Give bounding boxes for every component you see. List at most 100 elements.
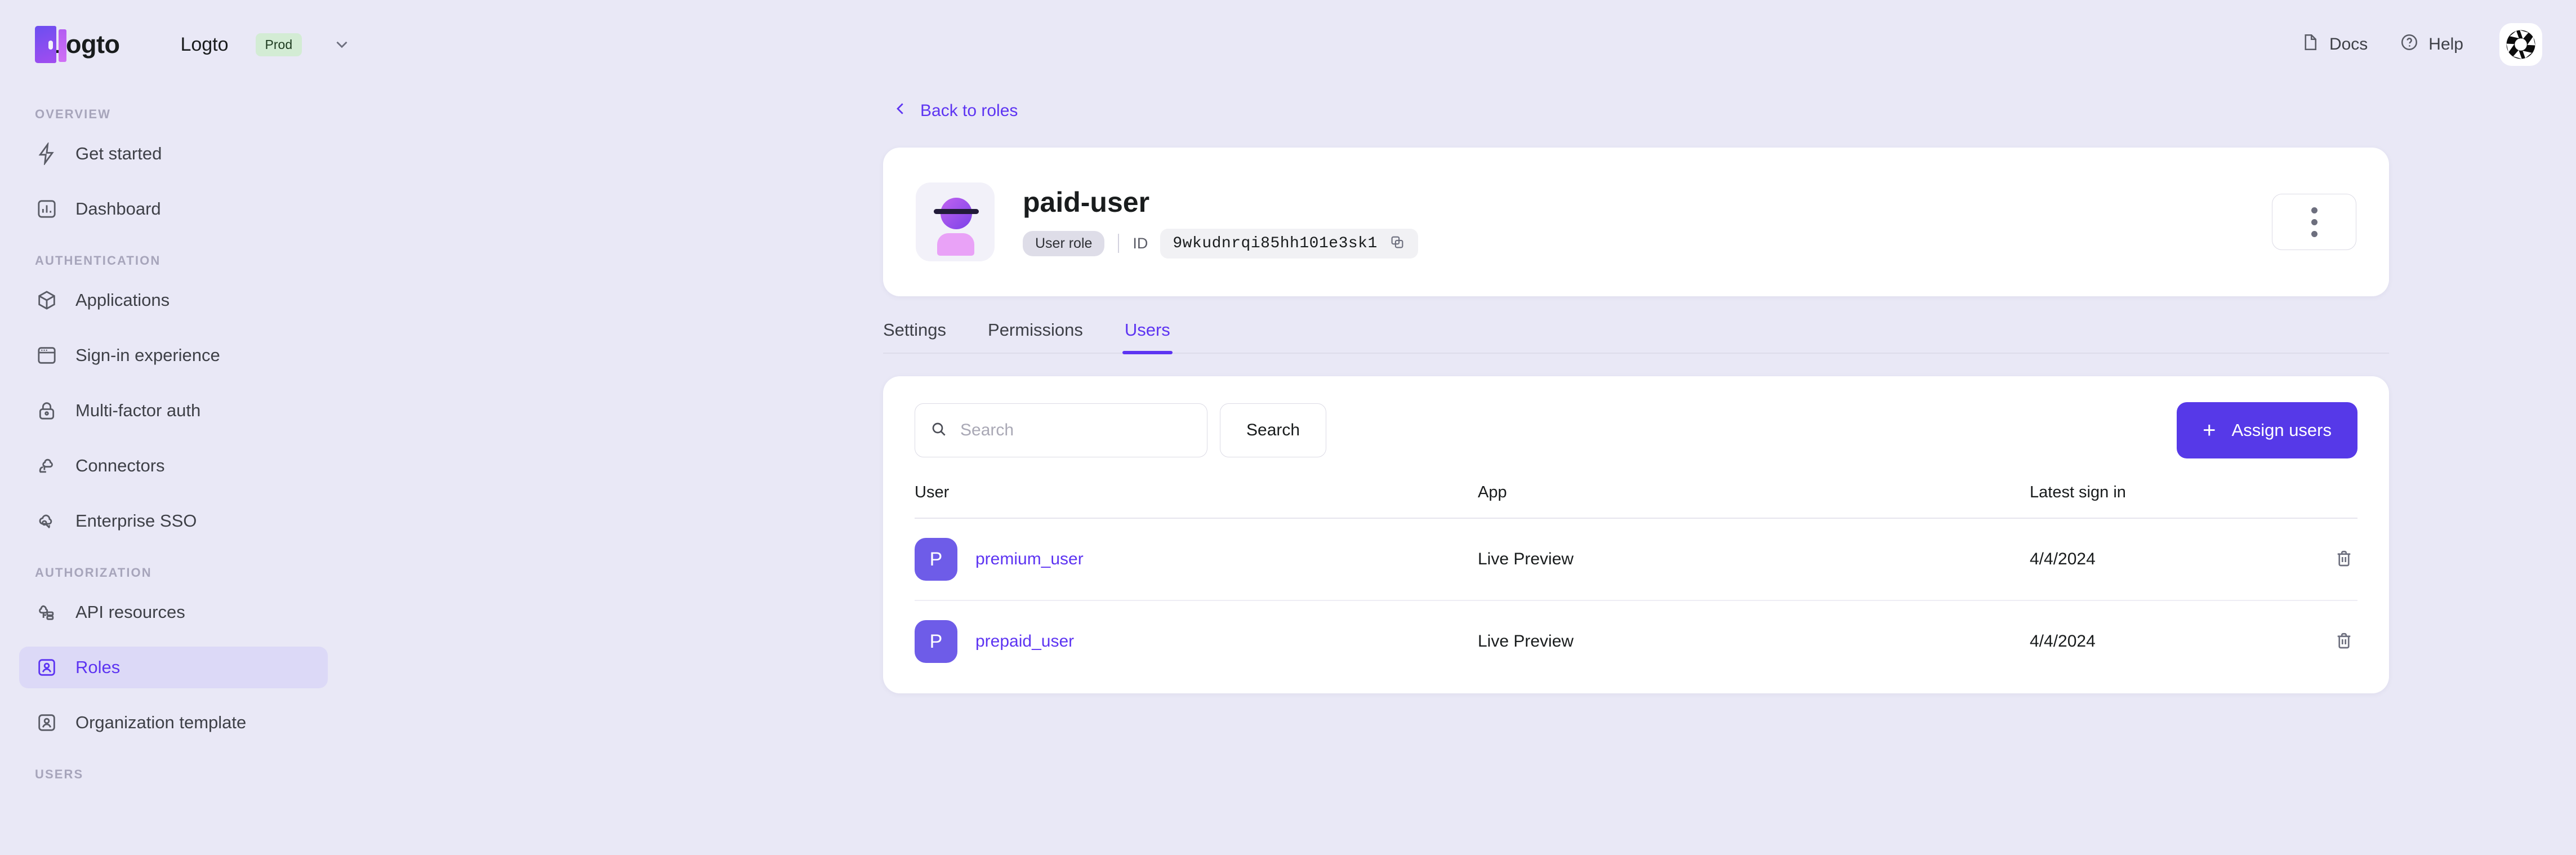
avatar: P (915, 620, 957, 663)
brand-bar: Logto Logto Prod (0, 0, 347, 89)
cell-user: P prepaid_user (915, 600, 1478, 682)
sidebar-item-enterprise-sso[interactable]: Enterprise SSO (19, 500, 328, 542)
avatar: P (915, 538, 957, 581)
cell-app: Live Preview (1478, 600, 2030, 682)
user-card-icon (35, 711, 59, 734)
assign-users-label: Assign users (2232, 420, 2332, 440)
docs-link[interactable]: Docs (2300, 32, 2368, 57)
sidebar-item-label: Applications (75, 290, 170, 310)
column-header-app: App (1478, 483, 2030, 518)
tab-bar: Settings Permissions Users (883, 320, 2389, 354)
docs-label: Docs (2329, 35, 2368, 54)
column-header-actions (2279, 483, 2357, 518)
sidebar-nav: OVERVIEW Get started Dashboard AUTHENTIC… (0, 107, 347, 782)
lightning-icon (35, 142, 59, 166)
trash-icon (2334, 644, 2354, 653)
cell-latest-sign-in: 4/4/2024 (2030, 518, 2279, 600)
sidebar-item-multi-factor-auth[interactable]: Multi-factor auth (19, 390, 328, 431)
sidebar-item-label: Multi-factor auth (75, 400, 200, 421)
role-avatar-icon (916, 182, 995, 261)
browser-window-icon (35, 344, 59, 367)
delete-row-button[interactable] (2330, 545, 2357, 574)
page-content: Back to roles paid-user User role ID 9wk… (347, 100, 2576, 693)
aperture-avatar-icon (2501, 24, 2541, 65)
topbar: Docs Help (347, 0, 2576, 89)
sidebar-item-label: Sign-in experience (75, 345, 220, 366)
three-dots-vertical-icon (2311, 207, 2317, 213)
user-link[interactable]: prepaid_user (975, 632, 1074, 651)
sidebar-item-organization-template[interactable]: Organization template (19, 702, 328, 743)
role-id-pill[interactable]: 9wkudnrqi85hh101e3sk1 (1160, 229, 1418, 259)
document-icon (2300, 32, 2320, 57)
search-input[interactable] (960, 421, 1192, 440)
search-field[interactable] (915, 403, 1207, 457)
role-header-card: paid-user User role ID 9wkudnrqi85hh101e… (883, 148, 2389, 296)
user-link[interactable]: premium_user (975, 550, 1084, 569)
assign-users-button[interactable]: + Assign users (2177, 402, 2357, 458)
tenant-env-badge: Prod (256, 33, 302, 56)
question-circle-icon (2399, 32, 2419, 57)
copy-icon[interactable] (1389, 234, 1406, 253)
sidebar-item-label: API resources (75, 602, 185, 622)
tenant-name: Logto (180, 34, 228, 56)
table-header-row: User App Latest sign in (915, 483, 2357, 518)
column-header-user: User (915, 483, 1478, 518)
table-header: User App Latest sign in (915, 483, 2357, 518)
sidebar-item-sign-in-experience[interactable]: Sign-in experience (19, 335, 328, 376)
role-header-info: paid-user User role ID 9wkudnrqi85hh101e… (1023, 186, 1418, 259)
cell-app: Live Preview (1478, 518, 2030, 600)
breadcrumb: Back to roles (347, 100, 2576, 122)
panel-toolbar: Search + Assign users (915, 402, 2357, 458)
help-link[interactable]: Help (2399, 32, 2463, 57)
sidebar-item-label: Dashboard (75, 199, 161, 219)
role-id-value: 9wkudnrqi85hh101e3sk1 (1173, 235, 1377, 252)
sidebar-item-label: Connectors (75, 456, 165, 476)
trash-icon (2334, 562, 2354, 571)
more-menu-button[interactable] (2272, 194, 2356, 250)
cell-actions (2279, 600, 2357, 682)
sidebar-item-label: Enterprise SSO (75, 511, 197, 531)
plus-icon: + (2203, 419, 2216, 442)
sidebar-group-users: USERS (19, 767, 328, 782)
role-meta: User role ID 9wkudnrqi85hh101e3sk1 (1023, 229, 1418, 259)
cube-icon (35, 288, 59, 312)
sidebar-group-overview: OVERVIEW (19, 107, 328, 122)
id-label: ID (1133, 235, 1148, 252)
sidebar-item-connectors[interactable]: Connectors (19, 445, 328, 487)
clouds-icon (35, 454, 59, 478)
search-button[interactable]: Search (1220, 403, 1326, 457)
user-card-icon (35, 656, 59, 679)
users-panel: Search + Assign users User App Latest si… (883, 376, 2389, 693)
sidebar-item-api-resources[interactable]: API resources (19, 591, 328, 633)
sidebar: Logto Logto Prod OVERVIEW Get started Da… (0, 0, 347, 855)
cell-user: P premium_user (915, 518, 1478, 600)
delete-row-button[interactable] (2330, 627, 2357, 656)
cloud-database-icon (35, 600, 59, 624)
sidebar-item-dashboard[interactable]: Dashboard (19, 188, 328, 230)
sidebar-group-authentication: AUTHENTICATION (19, 253, 328, 268)
main-area: Docs Help (347, 0, 2576, 855)
sidebar-item-applications[interactable]: Applications (19, 279, 328, 321)
sidebar-item-label: Organization template (75, 712, 246, 733)
bar-chart-icon (35, 197, 59, 221)
tab-settings[interactable]: Settings (883, 320, 946, 353)
table-row[interactable]: P prepaid_user Live Preview 4/4/2024 (915, 600, 2357, 682)
sidebar-item-label: Get started (75, 144, 162, 164)
help-label: Help (2428, 35, 2463, 54)
sidebar-item-label: Roles (75, 657, 120, 678)
tab-permissions[interactable]: Permissions (988, 320, 1083, 353)
back-to-roles-link[interactable]: Back to roles (892, 100, 1018, 122)
sidebar-item-roles[interactable]: Roles (19, 647, 328, 688)
column-header-latest-sign-in: Latest sign in (2030, 483, 2279, 518)
chevron-left-icon (892, 100, 909, 122)
cell-latest-sign-in: 4/4/2024 (2030, 600, 2279, 682)
back-link-label: Back to roles (920, 101, 1018, 121)
app-root: Logto Logto Prod OVERVIEW Get started Da… (0, 0, 2576, 855)
sidebar-item-get-started[interactable]: Get started (19, 133, 328, 175)
cloud-key-icon (35, 509, 59, 533)
table-row[interactable]: P premium_user Live Preview 4/4/2024 (915, 518, 2357, 600)
tab-users[interactable]: Users (1125, 320, 1170, 353)
search-icon (930, 420, 948, 441)
avatar[interactable] (2499, 23, 2542, 66)
users-table: User App Latest sign in P premium_user (915, 483, 2357, 682)
